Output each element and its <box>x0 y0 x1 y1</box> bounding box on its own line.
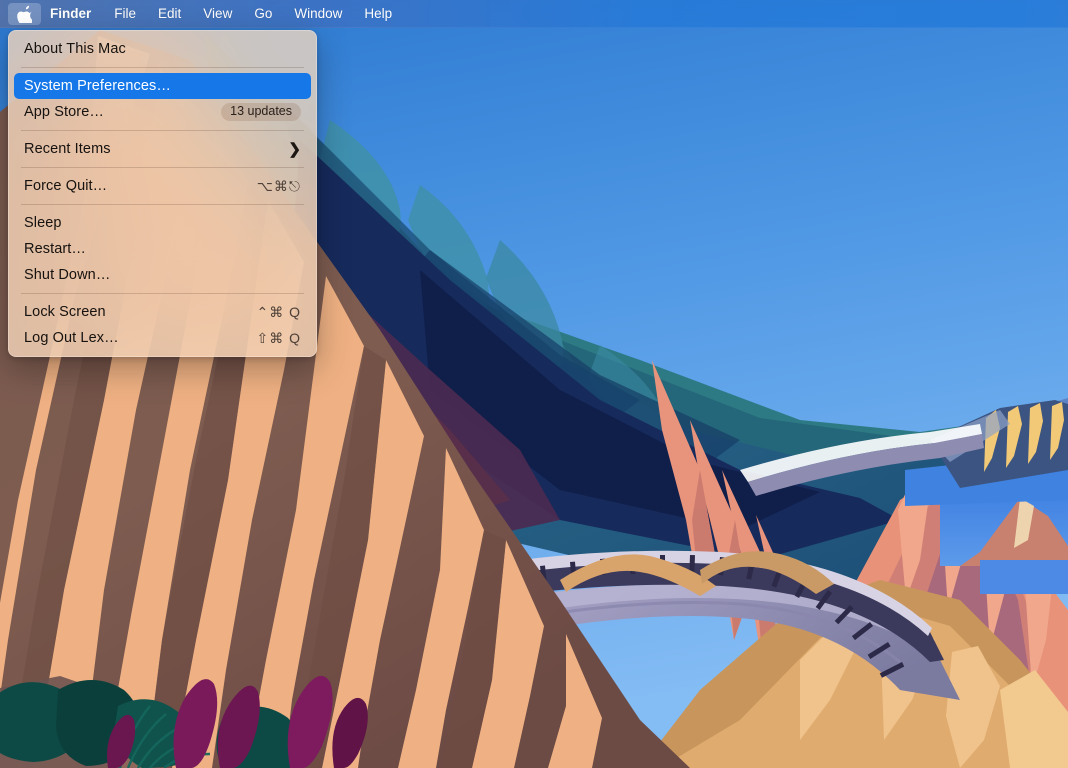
menu-item-app-store[interactable]: App Store… 13 updates <box>14 99 311 125</box>
menu-bar-item-help[interactable]: Help <box>353 3 403 25</box>
menu-item-restart[interactable]: Restart… <box>14 236 311 262</box>
menu-bar-item-window[interactable]: Window <box>283 3 353 25</box>
menu-bar-item-view[interactable]: View <box>192 3 243 25</box>
log-out-shortcut: ⇧⌘ Q <box>256 330 301 347</box>
menu-bar-item-label: Edit <box>158 3 181 25</box>
menu-item-label: Lock Screen <box>24 304 106 320</box>
menu-bar-item-label: Go <box>254 3 272 25</box>
force-quit-shortcut: ⌥⌘⎋ <box>257 178 301 195</box>
menu-item-sleep[interactable]: Sleep <box>14 210 311 236</box>
menu-item-label: Log Out Lex… <box>24 330 119 346</box>
menu-bar-item-label: Help <box>364 3 392 25</box>
menu-item-about-this-mac[interactable]: About This Mac <box>14 36 311 62</box>
menu-separator <box>21 293 304 294</box>
menu-item-label: Force Quit… <box>24 178 107 194</box>
menu-separator <box>21 204 304 205</box>
menu-bar-item-label: Finder <box>50 3 91 25</box>
menu-separator <box>21 130 304 131</box>
menu-item-label: App Store… <box>24 104 104 120</box>
menu-item-recent-items[interactable]: Recent Items ❯ <box>14 136 311 162</box>
apple-logo-icon <box>17 5 32 23</box>
app-store-updates-badge: 13 updates <box>221 103 301 121</box>
menu-item-label: About This Mac <box>24 41 126 57</box>
menu-item-log-out[interactable]: Log Out Lex… ⇧⌘ Q <box>14 325 311 351</box>
menu-bar-item-edit[interactable]: Edit <box>147 3 192 25</box>
menu-bar-item-finder[interactable]: Finder <box>41 3 103 25</box>
menu-bar-item-file[interactable]: File <box>103 3 147 25</box>
apple-menu-button[interactable] <box>8 3 41 25</box>
menu-item-shut-down[interactable]: Shut Down… <box>14 262 311 288</box>
menu-bar-item-label: File <box>114 3 136 25</box>
menu-item-label: Sleep <box>24 215 62 231</box>
menu-item-label: Restart… <box>24 241 86 257</box>
menu-bar-item-go[interactable]: Go <box>243 3 283 25</box>
lock-screen-shortcut: ⌃⌘ Q <box>256 304 301 321</box>
menu-item-force-quit[interactable]: Force Quit… ⌥⌘⎋ <box>14 173 311 199</box>
menu-item-label: Shut Down… <box>24 267 110 283</box>
menu-item-lock-screen[interactable]: Lock Screen ⌃⌘ Q <box>14 299 311 325</box>
menu-bar-item-label: Window <box>294 3 342 25</box>
menu-item-label: Recent Items <box>24 141 111 157</box>
menu-bar: Finder File Edit View Go Window Help <box>0 0 1068 28</box>
menu-item-label: System Preferences… <box>24 78 171 94</box>
chevron-right-icon: ❯ <box>288 142 301 157</box>
menu-separator <box>21 167 304 168</box>
menu-bar-item-label: View <box>203 3 232 25</box>
menu-separator <box>21 67 304 68</box>
desktop-screen: Finder File Edit View Go Window Help Abo… <box>0 0 1068 768</box>
menu-item-system-preferences[interactable]: System Preferences… <box>14 73 311 99</box>
apple-menu-dropdown: About This Mac System Preferences… App S… <box>8 30 317 357</box>
